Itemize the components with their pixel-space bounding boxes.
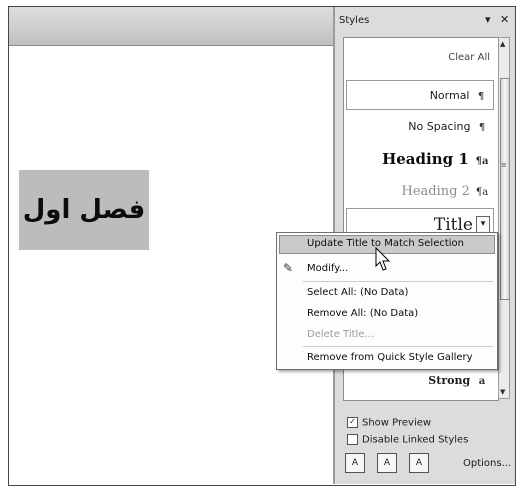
character-style-icon: a <box>478 376 486 387</box>
selected-heading-text[interactable]: فصل اول <box>19 170 149 250</box>
show-preview-label: Show Preview <box>362 417 432 429</box>
style-inspector-button[interactable]: A <box>377 453 397 473</box>
pane-menu-icon[interactable]: ▾ <box>485 13 491 26</box>
style-heading-1-label: Heading 1 <box>382 150 469 168</box>
heading-text[interactable]: فصل اول <box>23 195 146 225</box>
menu-remove-all[interactable]: Remove All: (No Data) <box>307 308 418 319</box>
show-preview-option[interactable]: ✓ Show Preview <box>347 417 431 429</box>
paragraph-icon: ¶ <box>477 91 485 102</box>
disable-linked-checkbox[interactable] <box>347 434 358 445</box>
styles-scrollbar[interactable]: ▲ ≡ ▼ <box>498 37 510 399</box>
show-preview-checkbox[interactable]: ✓ <box>347 417 358 428</box>
style-inspector-icon: A <box>383 458 391 468</box>
options-link[interactable]: Options... <box>463 458 511 469</box>
scroll-thumb[interactable] <box>500 78 510 300</box>
ruler <box>9 7 334 46</box>
menu-remove-from-gallery[interactable]: Remove from Quick Style Gallery <box>307 352 473 363</box>
menu-modify[interactable]: Modify... <box>307 263 348 274</box>
new-style-icon: A <box>351 458 359 468</box>
style-no-spacing-label: No Spacing <box>408 120 471 133</box>
manage-styles-button[interactable]: A <box>409 453 429 473</box>
new-style-button[interactable]: A <box>345 453 365 473</box>
style-normal-label: Normal <box>429 89 470 102</box>
style-strong-label: Strong <box>428 374 471 387</box>
linked-style-icon: ¶a <box>475 156 489 167</box>
scroll-grip-icon: ≡ <box>501 161 507 169</box>
style-heading-2[interactable]: Heading 2 ¶a <box>346 184 494 199</box>
styles-pane-title: Styles <box>339 15 370 26</box>
menu-select-all[interactable]: Select All: (No Data) <box>307 287 408 298</box>
manage-styles-icon: A <box>415 458 423 468</box>
style-normal[interactable]: Normal ¶ <box>346 80 494 110</box>
close-icon[interactable]: ✕ <box>500 13 509 26</box>
modify-icon: ✎ <box>283 261 294 275</box>
style-heading-2-label: Heading 2 <box>401 184 470 199</box>
linked-style-icon: ¶a <box>475 187 489 198</box>
scroll-down-icon[interactable]: ▼ <box>500 388 505 396</box>
mouse-pointer-icon <box>375 247 391 271</box>
menu-divider <box>303 346 493 347</box>
style-clear-all[interactable]: Clear All <box>346 52 494 63</box>
style-clear-all-label: Clear All <box>448 52 490 63</box>
disable-linked-label: Disable Linked Styles <box>362 434 469 446</box>
menu-divider <box>303 281 493 282</box>
style-strong[interactable]: Strong a <box>346 374 494 387</box>
style-no-spacing[interactable]: No Spacing ¶ <box>346 120 494 133</box>
paragraph-icon: ¶ <box>478 122 486 133</box>
disable-linked-option[interactable]: Disable Linked Styles <box>347 434 468 446</box>
menu-delete-title: Delete Title... <box>307 329 375 340</box>
scroll-up-icon[interactable]: ▲ <box>500 40 505 48</box>
style-heading-1[interactable]: Heading 1 ¶a <box>346 150 494 168</box>
